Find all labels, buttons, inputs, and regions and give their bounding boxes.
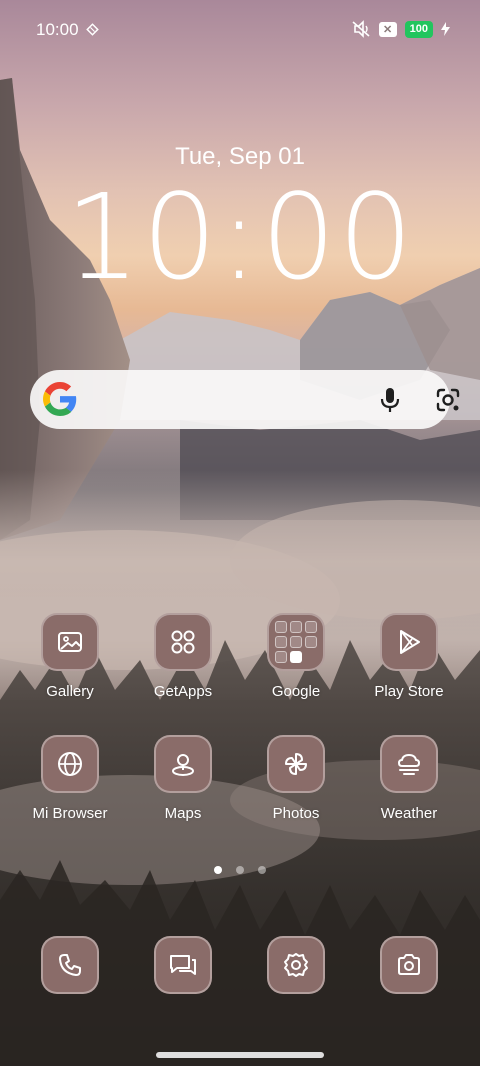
gallery-icon (41, 613, 99, 671)
map-pin-icon (154, 735, 212, 793)
no-sim-icon: ✕ (378, 21, 397, 37)
google-search-bar[interactable] (30, 370, 460, 429)
dock-messages[interactable] (154, 936, 212, 994)
app-getapps[interactable]: GetApps (128, 613, 238, 700)
page-indicator (0, 866, 480, 874)
app-label: Gallery (46, 683, 94, 700)
app-mi-browser[interactable]: Mi Browser (15, 735, 125, 822)
google-logo (43, 382, 77, 416)
mute-vibrate-icon (352, 20, 370, 38)
status-icons: ✕ 100 (351, 20, 450, 38)
lock-date: Tue, Sep 01 (175, 143, 305, 170)
app-photos[interactable]: Photos (241, 735, 351, 822)
app-label: Mi Browser (32, 805, 108, 822)
app-label: Play Store (374, 683, 444, 700)
battery-icon: 100 (404, 20, 433, 38)
globe-icon (41, 735, 99, 793)
phone-icon (59, 954, 81, 976)
settings-icon (284, 953, 308, 977)
clock-widget[interactable]: 10:00 (0, 168, 480, 306)
google-folder-icon (267, 613, 325, 671)
app-label: Maps (164, 805, 202, 822)
folder-google[interactable]: Google (241, 613, 351, 700)
app-weather[interactable]: Weather (354, 735, 464, 822)
app-maps[interactable]: Maps (128, 735, 238, 822)
charging-icon (441, 22, 450, 36)
page-dot (258, 866, 266, 874)
app-label: GetApps (153, 683, 213, 700)
dock-phone[interactable] (41, 936, 99, 994)
app-play-store[interactable]: Play Store (354, 613, 464, 700)
home-gesture-bar[interactable] (156, 1052, 324, 1058)
folder-preview (275, 621, 317, 663)
microphone-icon[interactable] (377, 386, 403, 414)
dock-camera[interactable] (380, 936, 438, 994)
page-dot (236, 866, 244, 874)
diamond-icon (86, 23, 99, 36)
play-store-icon (380, 613, 438, 671)
dock-settings[interactable] (267, 936, 325, 994)
weather-icon (380, 735, 438, 793)
camera-icon (398, 954, 420, 975)
getapps-icon (154, 613, 212, 671)
app-label: Photos (272, 805, 320, 822)
status-bar: 10:00 ✕ 100 (0, 0, 480, 62)
messages-icon (170, 955, 196, 975)
pinwheel-icon (267, 735, 325, 793)
status-time: 10:00 (36, 20, 79, 39)
app-label: Weather (380, 805, 438, 822)
app-label: Google (271, 683, 321, 700)
google-lens-icon[interactable] (434, 386, 462, 414)
app-gallery[interactable]: Gallery (15, 613, 125, 700)
page-dot-current (214, 866, 222, 874)
